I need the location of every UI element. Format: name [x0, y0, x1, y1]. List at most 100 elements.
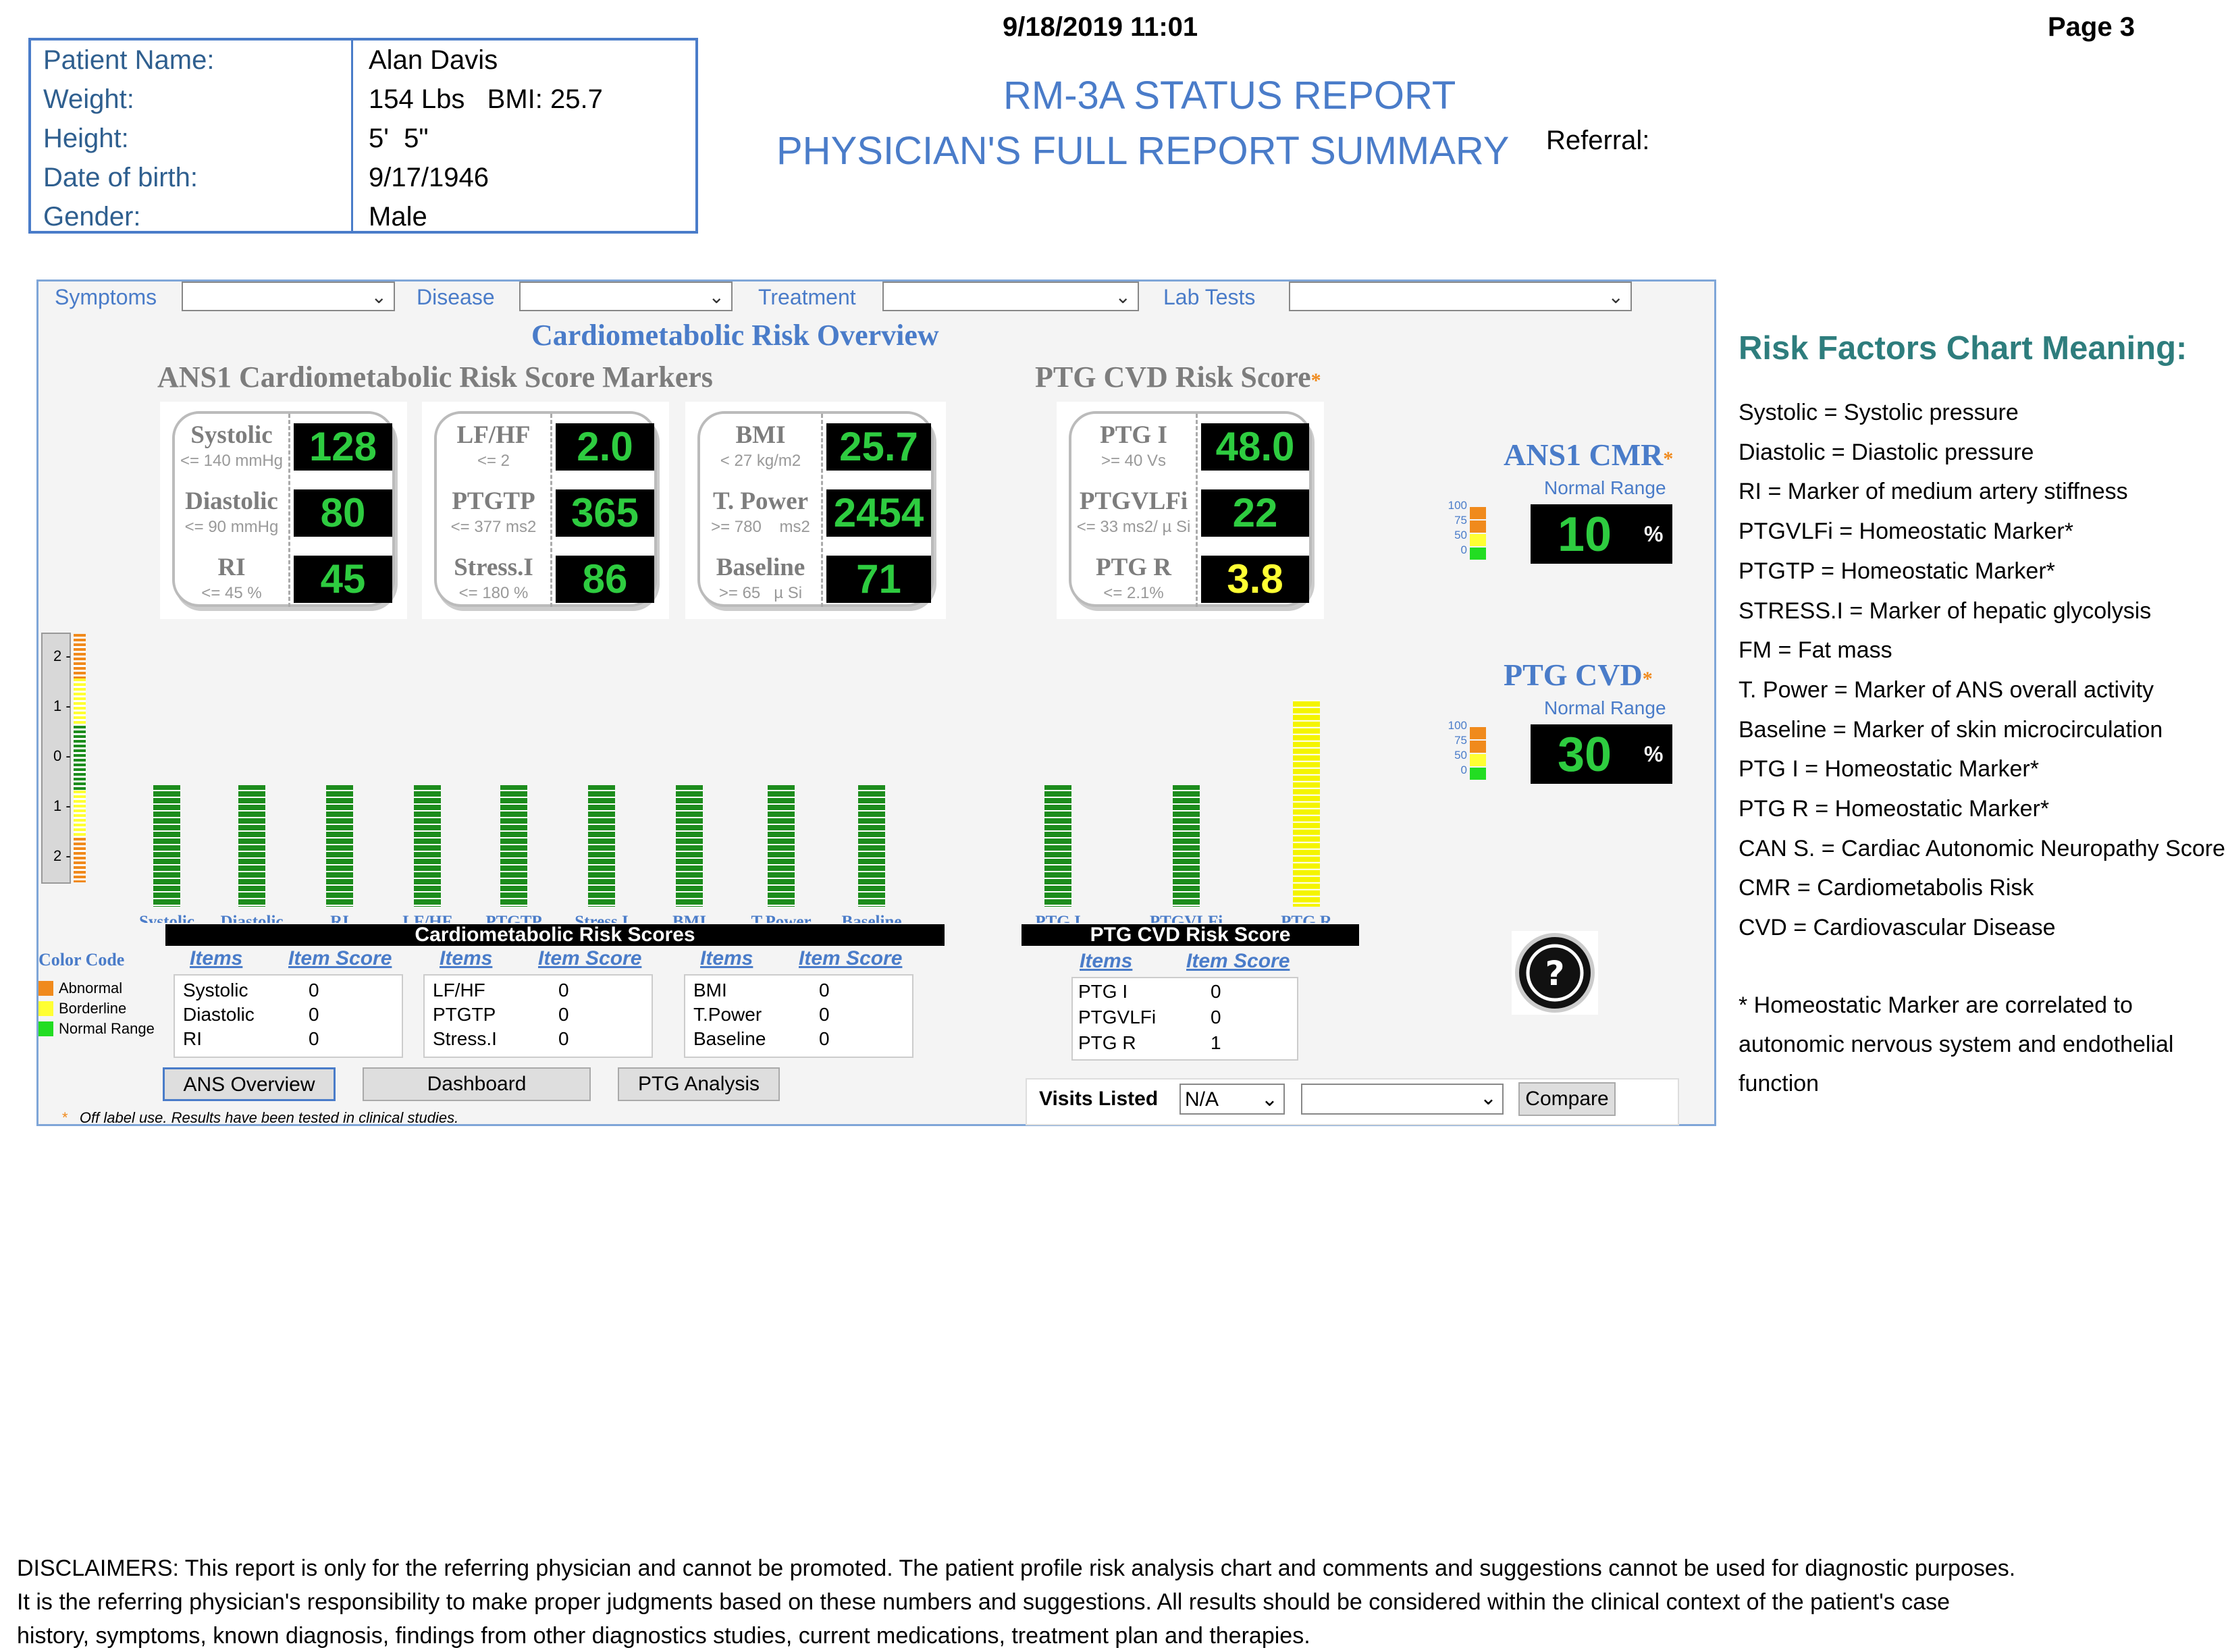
gauge-value: 45 — [294, 556, 392, 603]
gauge-name: Baseline — [716, 554, 805, 581]
legend-line: FM = Fat mass — [1739, 637, 1892, 664]
legend-line: PTGTP = Homeostatic Marker* — [1739, 558, 2055, 584]
score-value: 0 — [309, 1028, 319, 1049]
lab-tests-select[interactable]: ⌄ — [1289, 282, 1632, 311]
side-gauge-unit: % — [1644, 522, 1664, 546]
score-value: 0 — [309, 1004, 319, 1025]
side-gauge-display: 10% — [1531, 504, 1672, 564]
legend-note-line: * Homeostatic Marker are correlated to — [1739, 992, 2133, 1018]
legend-line: STRESS.I = Marker of hepatic glycolysis — [1739, 597, 2152, 624]
legend-line: Diastolic = Diastolic pressure — [1739, 439, 2034, 465]
ans-overview-button[interactable]: ANS Overview — [163, 1067, 336, 1101]
side-gauge-value: 10 — [1558, 508, 1612, 562]
side-gauge-scale-label: 100 — [1448, 499, 1467, 512]
asterisk-icon: * — [1642, 668, 1653, 690]
dashboard-button[interactable]: Dashboard — [363, 1067, 591, 1101]
score-column-header: Item Score — [1186, 950, 1290, 972]
visits-listed-label: Visits Listed — [1039, 1088, 1159, 1110]
footnote-text: Off label use. Results have been tested … — [79, 1109, 459, 1126]
bar-label: Stress.I — [575, 913, 628, 923]
height-label: Height: — [43, 124, 129, 153]
legend-line: RI = Marker of medium artery stiffness — [1739, 479, 2128, 505]
symptoms-select[interactable]: ⌄ — [182, 282, 395, 311]
side-gauge-title: ANS1 CMR* — [1504, 437, 1673, 473]
gauge-separator — [288, 414, 290, 607]
gauge-card: BMI < 27 kg/m2 25.7 T. Power >= 780 ms2 2454 B… — [685, 402, 946, 619]
gauge-card: PTG I >= 40 Vs 48.0 PTGVLFi <= 33 ms2/ µ Si 2… — [1057, 402, 1324, 619]
side-gauge: PTG CVD* Normal Range 100 75 50 0 30% — [1443, 657, 1672, 805]
ptg-risk-title: PTG CVD Risk Score* — [1035, 360, 1321, 394]
score-item: Diastolic — [183, 1004, 255, 1025]
bar: PTGVLFi — [1150, 785, 1223, 923]
bar: PTG R — [1281, 700, 1333, 923]
lab-tests-label: Lab Tests — [1163, 285, 1256, 309]
help-button[interactable]: ? — [1512, 931, 1598, 1015]
patient-name-label: Patient Name: — [43, 45, 215, 75]
chevron-down-icon: ⌄ — [708, 286, 724, 307]
score-value: 1 — [1211, 1032, 1221, 1053]
bar: Baseline — [842, 785, 902, 923]
gauge-value: 71 — [826, 556, 931, 603]
gauge-name: Stress.I — [454, 554, 533, 581]
chevron-down-icon: ⌄ — [1608, 286, 1624, 307]
gauge-value: 3.8 — [1201, 556, 1309, 603]
bar-label: Diastolic — [220, 913, 283, 923]
color-swatch — [38, 981, 53, 996]
visits-select[interactable]: N/A ⌄ — [1179, 1084, 1285, 1115]
gauge-name: T. Power — [712, 487, 809, 515]
bar-label: PTGVLFi — [1150, 913, 1223, 923]
footnote: * Off label use. Results have been teste… — [61, 1109, 458, 1127]
bar-label: PTGTP — [485, 913, 541, 923]
score-value: 0 — [819, 980, 830, 1001]
side-gauge-scale-label: 0 — [1460, 543, 1467, 556]
visit-compare-select[interactable]: ⌄ — [1301, 1084, 1504, 1115]
legend-note-line: autonomic nervous system and endothelial — [1739, 1032, 2174, 1057]
side-gauge-subtitle: Normal Range — [1544, 477, 1666, 498]
gauge-range: <= 140 mmHg — [180, 452, 284, 470]
bar: Diastolic — [220, 785, 284, 923]
cardio-scores-title: Cardiometabolic Risk Scores — [165, 924, 945, 946]
legend-line: PTGVLFi = Homeostatic Marker* — [1739, 518, 2073, 545]
legend-line: PTG R = Homeostatic Marker* — [1739, 796, 2050, 822]
gender-label: Gender: — [43, 202, 141, 232]
gauge-value: 365 — [556, 489, 654, 537]
gauge-name: PTG R — [1095, 554, 1172, 581]
bar-label: Systolic — [139, 913, 194, 923]
bar-label: PTG R — [1281, 913, 1333, 923]
score-item: RI — [183, 1028, 202, 1049]
items-column-header: Items — [440, 947, 493, 969]
score-item: Baseline — [693, 1028, 766, 1049]
ptg-risk-title-text: PTG CVD Risk Score — [1035, 361, 1311, 394]
items-column-header: Items — [1080, 950, 1133, 972]
gauge-name: PTG I — [1100, 421, 1167, 449]
score-item: PTG I — [1078, 981, 1128, 1002]
ptg-analysis-button[interactable]: PTG Analysis — [618, 1067, 780, 1101]
patient-row: Patient Name: Alan Davis — [31, 41, 695, 80]
bar-label: Baseline — [842, 913, 902, 923]
risk-bar-chart: Systolic Diastolic RI LF/HF PTGTP Stress.I BMI… — [139, 700, 1333, 923]
score-item: PTGVLFi — [1078, 1007, 1157, 1028]
dob-label: Date of birth: — [43, 163, 198, 192]
score-item: BMI — [693, 980, 727, 1001]
treatment-select[interactable]: ⌄ — [882, 282, 1139, 311]
referral-label: Referral: — [1546, 126, 1650, 155]
compare-button[interactable]: Compare — [1518, 1082, 1616, 1116]
legend-title: Risk Factors Chart Meaning: — [1739, 330, 2187, 367]
asterisk-icon: * — [61, 1109, 68, 1126]
score-value: 0 — [1211, 981, 1221, 1002]
side-gauge-level — [1470, 507, 1486, 519]
disease-select[interactable]: ⌄ — [519, 282, 733, 311]
bar: T.Power — [751, 785, 812, 923]
ans-markers-title: ANS1 Cardiometabolic Risk Score Markers — [157, 361, 713, 394]
bar-label: BMI — [672, 913, 706, 923]
side-gauge-title: PTG CVD* — [1504, 657, 1653, 693]
legend-line: CVD = Cardiovascular Disease — [1739, 915, 2056, 941]
overview-title: Cardiometabolic Risk Overview — [531, 319, 939, 352]
side-gauge-scale-label: 50 — [1454, 529, 1467, 541]
score-value: 0 — [1211, 1007, 1221, 1028]
gauge-value: 80 — [294, 489, 392, 537]
chevron-down-icon: ⌄ — [1261, 1088, 1278, 1111]
score-item: LF/HF — [433, 980, 485, 1001]
gauge-separator — [1196, 414, 1198, 607]
score-value: 0 — [819, 1004, 830, 1025]
